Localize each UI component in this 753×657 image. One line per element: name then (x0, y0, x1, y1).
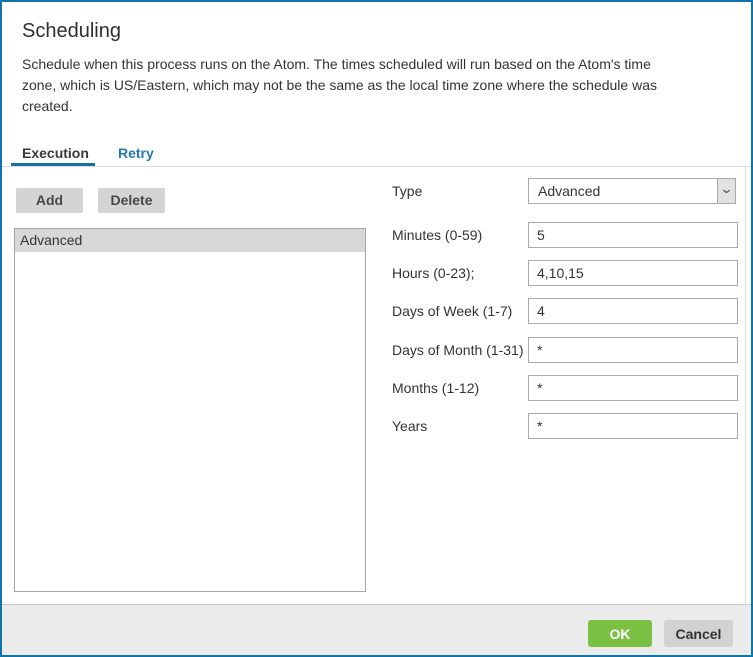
schedule-listbox: Advanced (14, 228, 366, 592)
dialog-description: Schedule when this process runs on the A… (22, 54, 670, 117)
minutes-input[interactable] (528, 222, 738, 248)
days-of-month-input[interactable] (528, 337, 738, 363)
type-dropdown-value: Advanced (538, 179, 600, 203)
days-of-week-input[interactable] (528, 298, 738, 324)
hours-input[interactable] (528, 260, 738, 286)
months-input[interactable] (528, 375, 738, 401)
add-button[interactable]: Add (16, 188, 83, 213)
months-label: Months (1-12) (392, 375, 479, 401)
hours-label: Hours (0-23); (392, 260, 474, 286)
type-dropdown[interactable]: Advanced ⌄ (528, 178, 736, 204)
days-of-month-label: Days of Month (1-31) (392, 337, 524, 363)
active-tab-underline (11, 163, 95, 166)
tab-retry[interactable]: Retry (118, 145, 154, 167)
chevron-down-icon: ⌄ (719, 179, 734, 199)
years-input[interactable] (528, 413, 738, 439)
delete-button[interactable]: Delete (98, 188, 165, 213)
type-dropdown-arrow-button[interactable]: ⌄ (717, 179, 735, 203)
content-right-divider (745, 167, 746, 604)
cancel-button[interactable]: Cancel (664, 620, 733, 647)
type-label: Type (392, 178, 422, 204)
list-item-advanced[interactable]: Advanced (15, 229, 365, 252)
minutes-label: Minutes (0-59) (392, 222, 482, 248)
ok-button[interactable]: OK (588, 620, 652, 647)
scheduling-dialog: Scheduling Schedule when this process ru… (0, 0, 753, 657)
years-label: Years (392, 413, 427, 439)
tabs-divider (2, 166, 751, 167)
page-title: Scheduling (22, 20, 121, 43)
days-of-week-label: Days of Week (1-7) (392, 298, 512, 324)
footer-bar: OK Cancel (2, 604, 751, 655)
